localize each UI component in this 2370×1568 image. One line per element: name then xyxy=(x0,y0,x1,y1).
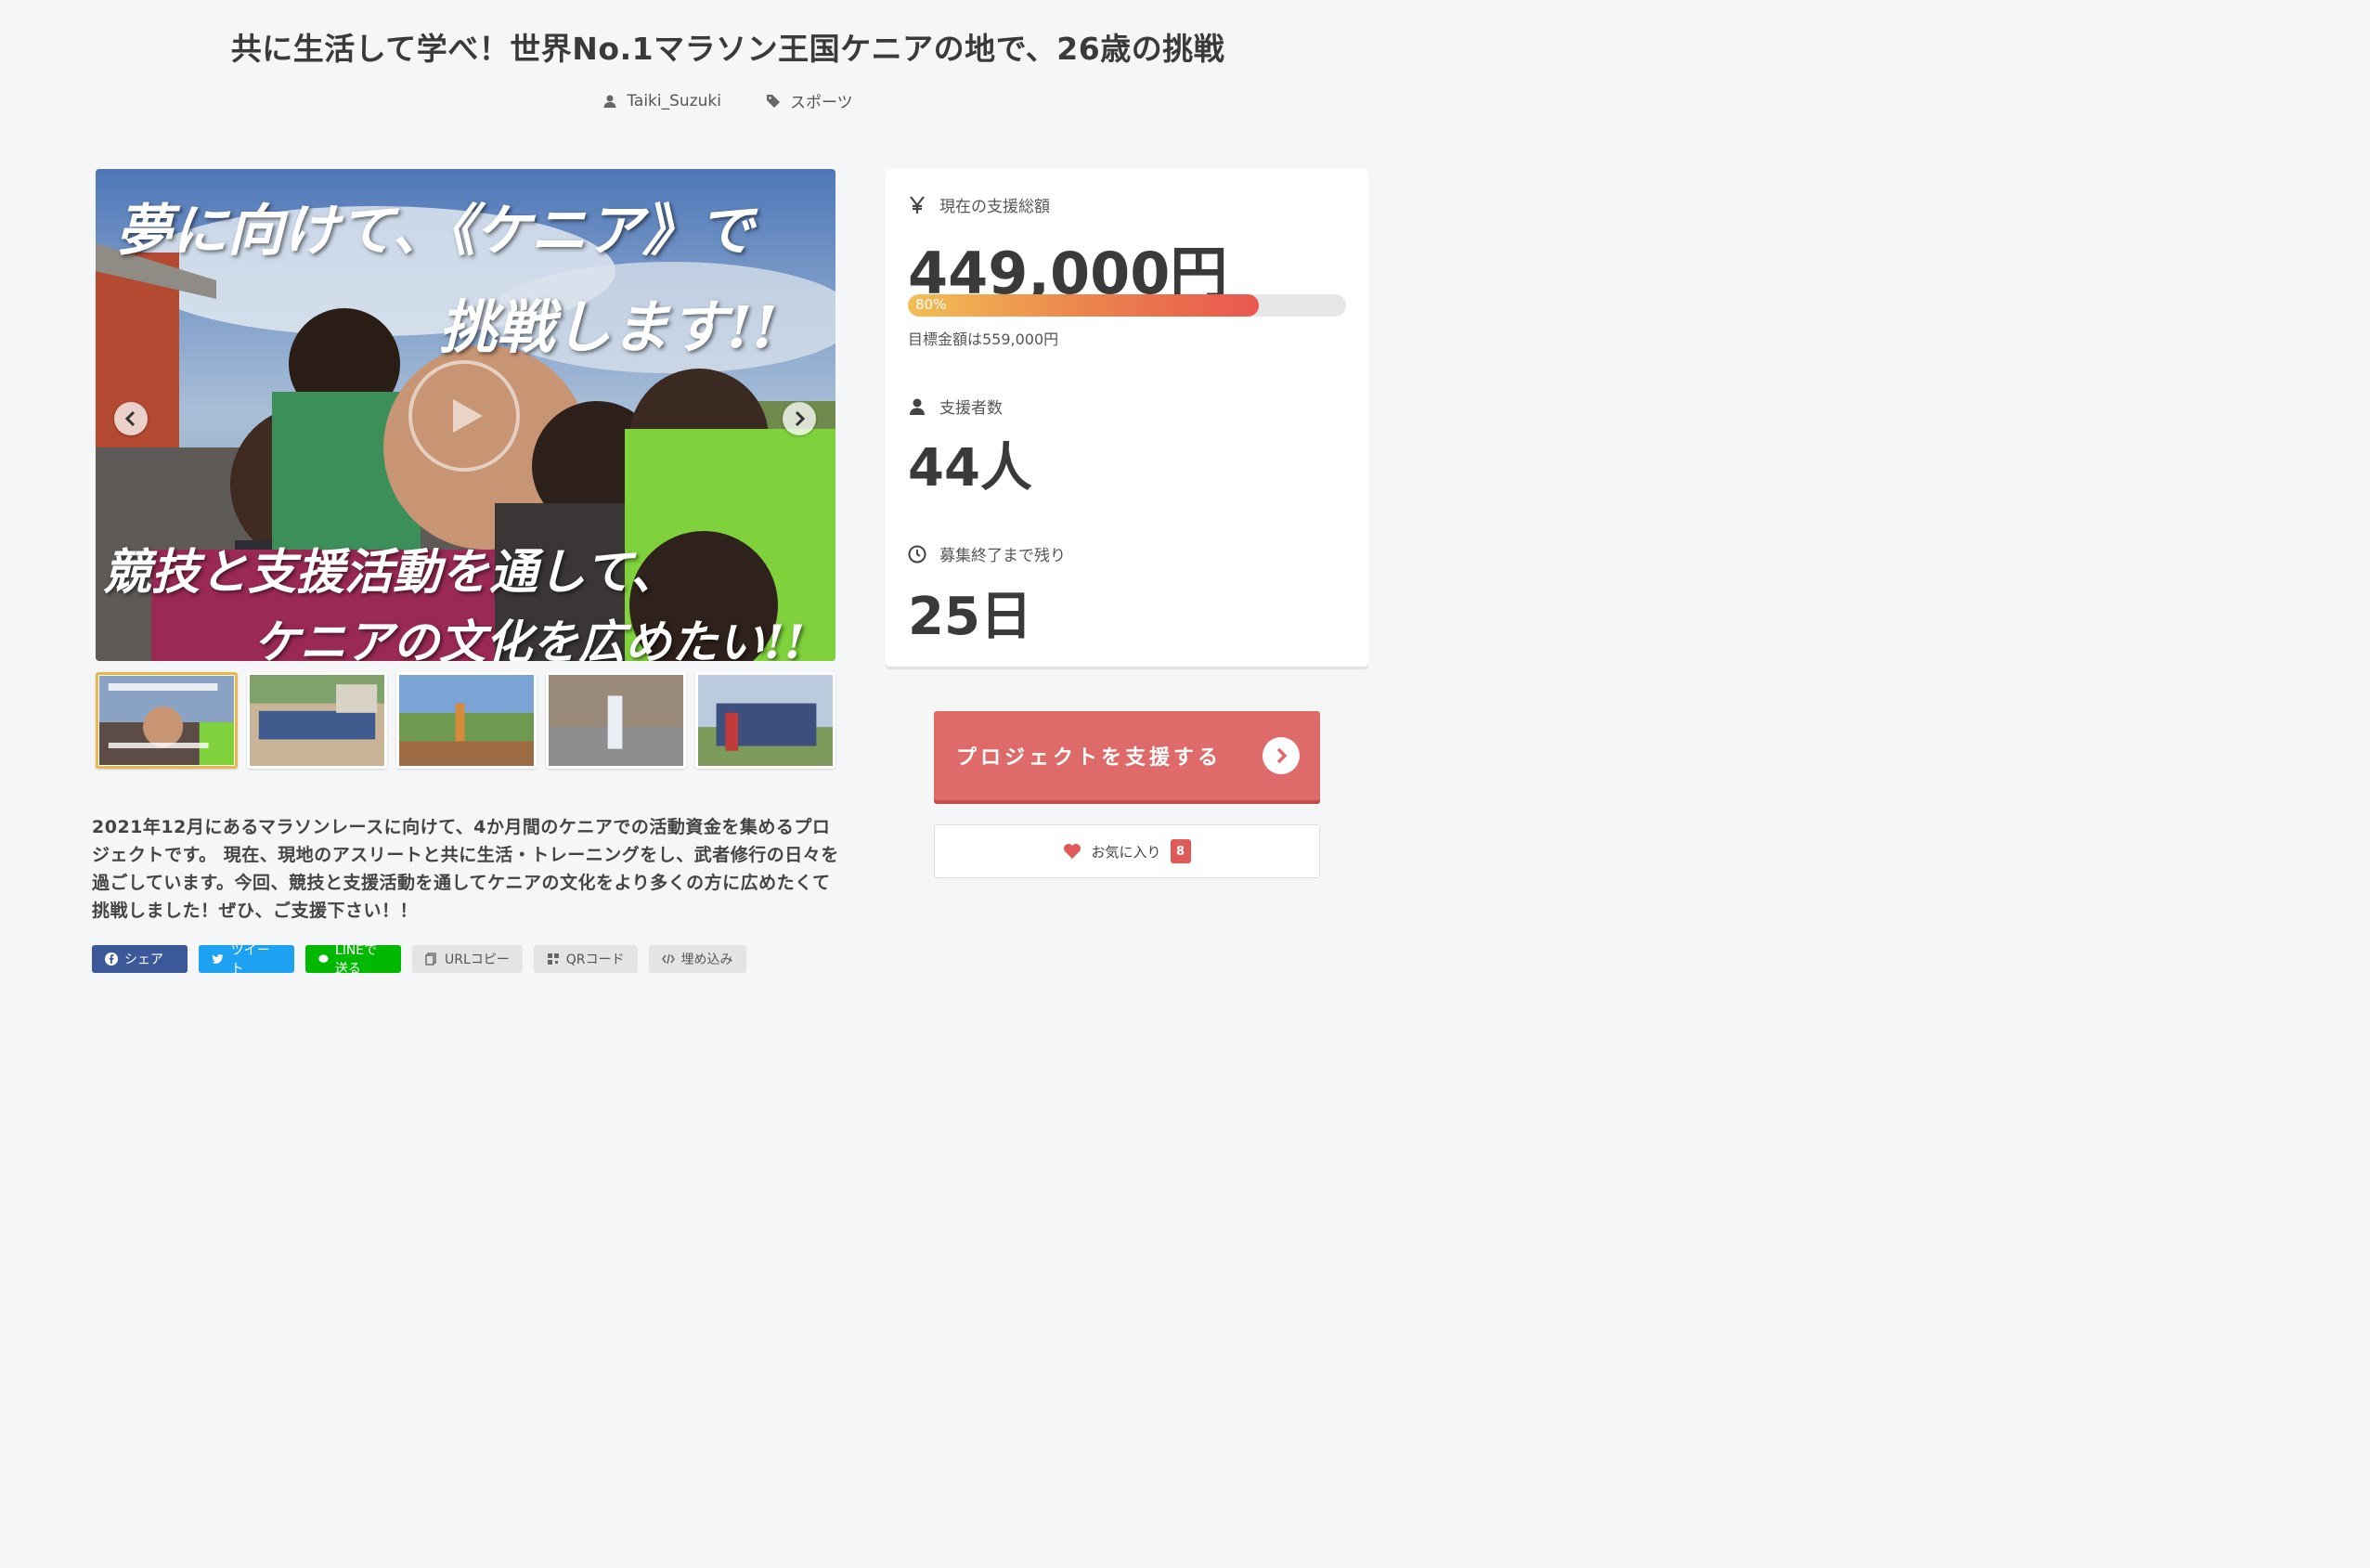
thumbnail-image xyxy=(549,675,683,766)
amount-label-row: 現在の支援総額 xyxy=(908,193,1050,216)
page-title: 共に生活して学べ！世界No.1マラソン王国ケニアの地で、26歳の挑戦 xyxy=(230,31,1225,67)
amount-label: 現在の支援総額 xyxy=(939,198,1050,216)
thumbnail-image xyxy=(250,675,384,766)
support-project-button[interactable]: プロジェクトを支援する xyxy=(934,711,1320,800)
line-share-button[interactable]: LINEで送る xyxy=(305,943,401,977)
embed-label: 埋め込み xyxy=(680,952,733,967)
backers-label: 支援者数 xyxy=(939,399,1003,418)
hero-caption-1: 夢に向けて、《ケニア》で xyxy=(116,199,754,264)
qr-code-button[interactable]: QRコード xyxy=(533,945,638,973)
favorite-label: お気に入り xyxy=(1091,843,1161,861)
hero-caption-3: 競技と支援活動を通して、 xyxy=(103,544,679,601)
next-slide-button[interactable] xyxy=(783,402,816,435)
backers-value: 44人 xyxy=(908,438,1032,499)
stats-card: 現在の支援総額 449,000円 80% 目標金額は559,000円 支援者数 … xyxy=(886,169,1368,667)
remaining-label: 募集終了まで残り xyxy=(939,547,1066,565)
twitter-icon xyxy=(212,953,224,964)
category-link[interactable]: スポーツ xyxy=(766,89,853,112)
twitter-share-label: ツイート xyxy=(230,943,270,977)
hero-caption-4: ケニアの文化を広めたい!! xyxy=(253,615,805,661)
clock-icon xyxy=(908,545,926,563)
tag-icon xyxy=(766,94,780,108)
favorite-button[interactable]: お気に入り 8 xyxy=(934,824,1320,878)
facebook-share-button[interactable]: シェア xyxy=(92,945,188,973)
thumbnail-image xyxy=(99,676,234,765)
thumbnail-strip xyxy=(96,672,835,769)
hero-caption-2: 挑戦します!! xyxy=(439,293,778,361)
hero-video[interactable]: 夢に向けて、《ケニア》で 挑戦します!! 競技と支援活動を通して、 ケニアの文化… xyxy=(96,169,835,661)
code-icon xyxy=(661,953,675,965)
thumbnail-4[interactable] xyxy=(546,672,686,769)
copy-icon xyxy=(425,952,436,965)
line-icon xyxy=(318,954,329,963)
remaining-label-row: 募集終了まで残り xyxy=(908,542,1066,565)
goal-amount: 目標金額は559,000円 xyxy=(908,330,1059,348)
yen-icon xyxy=(910,195,925,214)
twitter-share-button[interactable]: ツイート xyxy=(199,943,294,977)
prev-slide-button[interactable] xyxy=(114,402,148,435)
remaining-value: 25日 xyxy=(908,587,1032,647)
user-icon xyxy=(910,398,925,415)
facebook-share-label: シェア xyxy=(124,952,163,967)
url-copy-label: URLコピー xyxy=(445,952,510,967)
support-button-label: プロジェクトを支援する xyxy=(956,746,1223,770)
thumbnail-5[interactable] xyxy=(695,672,835,769)
funding-progress-bar: 80% xyxy=(908,294,1346,317)
heart-icon xyxy=(1064,844,1081,859)
play-button[interactable] xyxy=(408,360,520,472)
embed-button[interactable]: 埋め込み xyxy=(648,945,746,973)
progress-percent: 80% xyxy=(915,296,947,313)
author-link[interactable]: Taiki_Suzuki xyxy=(602,89,721,112)
facebook-icon xyxy=(105,952,118,965)
qr-code-icon xyxy=(547,953,559,965)
progress-fill xyxy=(908,294,1259,317)
play-icon xyxy=(453,399,483,433)
thumbnail-1[interactable] xyxy=(96,672,238,769)
thumbnail-3[interactable] xyxy=(396,672,537,769)
url-copy-button[interactable]: URLコピー xyxy=(412,945,523,973)
user-icon xyxy=(603,95,616,108)
share-buttons: シェア ツイート LINEで送る URLコピー QRコード 埋め込み xyxy=(92,943,746,977)
qr-code-label: QRコード xyxy=(565,952,625,967)
category-name: スポーツ xyxy=(789,94,853,112)
chevron-right-icon xyxy=(795,410,806,427)
author-name: Taiki_Suzuki xyxy=(627,91,721,110)
arrow-circle xyxy=(1263,737,1300,774)
chevron-right-icon xyxy=(1276,747,1288,764)
project-meta: Taiki_Suzuki スポーツ xyxy=(0,89,1456,112)
backers-label-row: 支援者数 xyxy=(908,395,1003,418)
project-description: 2021年12月にあるマラソンレースに向けて、4か月間のケニアでの活動資金を集め… xyxy=(92,817,839,921)
chevron-left-icon xyxy=(124,410,136,427)
thumbnail-2[interactable] xyxy=(247,672,387,769)
line-share-label: LINEで送る xyxy=(334,943,378,977)
thumbnail-image xyxy=(698,675,833,766)
thumbnail-image xyxy=(399,675,534,766)
favorite-count-badge: 8 xyxy=(1170,839,1191,863)
